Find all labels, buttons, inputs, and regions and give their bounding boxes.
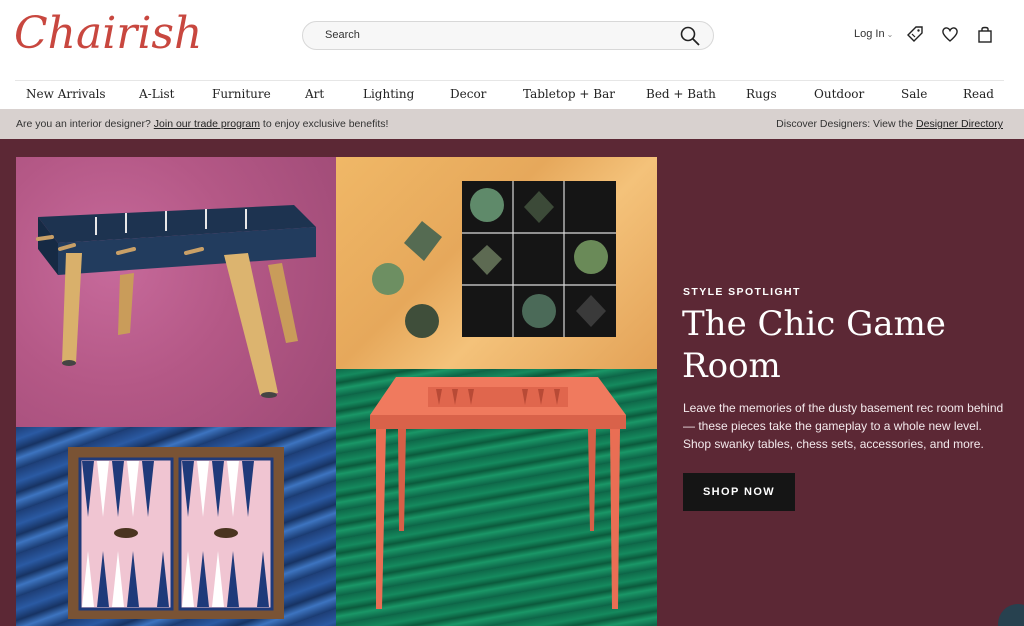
designer-directory-link[interactable]: Designer Directory [916, 118, 1003, 130]
trade-banner: Are you an interior designer? Join our t… [0, 109, 1024, 139]
login-label: Log In [854, 28, 885, 40]
game-table-illustration [370, 377, 626, 609]
nav-rugs[interactable]: Rugs [746, 87, 777, 101]
nav-lighting[interactable]: Lighting [363, 87, 414, 101]
nav-new-arrivals[interactable]: New Arrivals [26, 87, 106, 101]
nav-bed-bath[interactable]: Bed + Bath [646, 87, 716, 101]
hero-section: STYLE SPOTLIGHT The Chic Game Room Leave… [0, 139, 1024, 626]
nav-decor[interactable]: Decor [450, 87, 486, 101]
trade-program-link[interactable]: Join our trade program [154, 118, 260, 130]
search-placeholder: Search [325, 29, 360, 41]
directory-prefix: Discover Designers: View the [776, 118, 914, 130]
designer-directory-text: Discover Designers: View the Designer Di… [776, 118, 1003, 130]
style-spotlight-label: STYLE SPOTLIGHT [683, 286, 801, 298]
chevron-down-icon: ⌄ [886, 30, 894, 39]
coral-game-table-image[interactable] [336, 369, 657, 626]
search-icon[interactable] [679, 25, 701, 47]
heart-icon[interactable] [940, 24, 960, 44]
tic-tac-toe-illustration [372, 181, 616, 338]
trade-prefix: Are you an interior designer? [16, 118, 151, 130]
bag-icon[interactable] [975, 24, 995, 44]
nav-a-list[interactable]: A-List [139, 87, 175, 101]
shop-now-button[interactable]: SHOP NOW [683, 473, 795, 511]
chairish-logo[interactable]: Chairish [14, 6, 202, 62]
nav-read[interactable]: Read [963, 87, 994, 101]
main-nav: New Arrivals A-List Furniture Art Lighti… [15, 80, 1004, 108]
search-input[interactable]: Search [302, 21, 714, 50]
hero-title: The Chic Game Room [682, 304, 946, 386]
tic-tac-toe-set-image[interactable] [336, 157, 657, 369]
nav-outdoor[interactable]: Outdoor [814, 87, 864, 101]
nav-furniture[interactable]: Furniture [212, 87, 271, 101]
nav-tabletop-bar[interactable]: Tabletop + Bar [523, 87, 615, 101]
login-link[interactable]: Log In ⌄ [854, 28, 893, 40]
trade-suffix: to enjoy exclusive benefits! [262, 118, 389, 130]
nav-sale[interactable]: Sale [901, 87, 927, 101]
nav-art[interactable]: Art [305, 87, 324, 101]
backgammon-illustration [68, 447, 284, 619]
backgammon-board-image[interactable] [16, 427, 336, 626]
trade-banner-text: Are you an interior designer? Join our t… [16, 118, 388, 130]
tag-icon[interactable] [905, 24, 925, 44]
site-header: Chairish Search Log In ⌄ [0, 0, 1024, 80]
hero-description: Leave the memories of the dusty basement… [683, 401, 1004, 451]
foosball-table-image[interactable] [16, 157, 336, 427]
foosball-illustration [36, 205, 316, 398]
